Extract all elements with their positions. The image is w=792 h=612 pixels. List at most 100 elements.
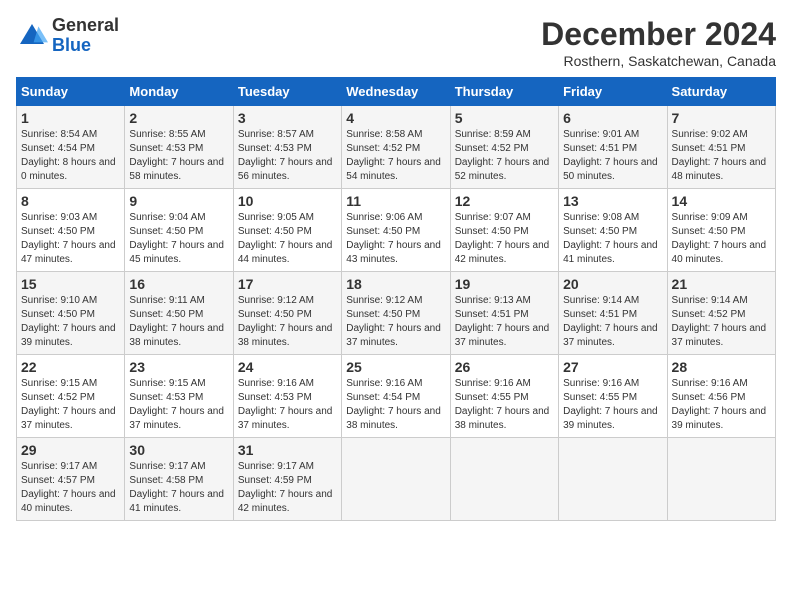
day-cell: 25 Sunrise: 9:16 AM Sunset: 4:54 PM Dayl… bbox=[342, 355, 450, 438]
day-cell: 15 Sunrise: 9:10 AM Sunset: 4:50 PM Dayl… bbox=[17, 272, 125, 355]
week-row-5: 29 Sunrise: 9:17 AM Sunset: 4:57 PM Dayl… bbox=[17, 438, 776, 521]
day-info: Sunrise: 9:17 AM Sunset: 4:59 PM Dayligh… bbox=[238, 460, 337, 516]
day-number: 11 bbox=[346, 193, 445, 209]
day-info: Sunrise: 9:17 AM Sunset: 4:57 PM Dayligh… bbox=[21, 460, 120, 516]
day-cell: 19 Sunrise: 9:13 AM Sunset: 4:51 PM Dayl… bbox=[450, 272, 558, 355]
column-header-thursday: Thursday bbox=[450, 78, 558, 106]
day-cell: 5 Sunrise: 8:59 AM Sunset: 4:52 PM Dayli… bbox=[450, 106, 558, 189]
day-number: 19 bbox=[455, 276, 554, 292]
day-cell: 7 Sunrise: 9:02 AM Sunset: 4:51 PM Dayli… bbox=[667, 106, 775, 189]
day-cell: 4 Sunrise: 8:58 AM Sunset: 4:52 PM Dayli… bbox=[342, 106, 450, 189]
day-number: 12 bbox=[455, 193, 554, 209]
day-cell: 20 Sunrise: 9:14 AM Sunset: 4:51 PM Dayl… bbox=[559, 272, 667, 355]
day-info: Sunrise: 8:57 AM Sunset: 4:53 PM Dayligh… bbox=[238, 128, 337, 184]
day-cell: 1 Sunrise: 8:54 AM Sunset: 4:54 PM Dayli… bbox=[17, 106, 125, 189]
logo: General Blue bbox=[16, 16, 119, 56]
day-number: 30 bbox=[129, 442, 228, 458]
day-number: 13 bbox=[563, 193, 662, 209]
day-number: 17 bbox=[238, 276, 337, 292]
day-number: 9 bbox=[129, 193, 228, 209]
day-cell: 24 Sunrise: 9:16 AM Sunset: 4:53 PM Dayl… bbox=[233, 355, 341, 438]
day-info: Sunrise: 9:16 AM Sunset: 4:56 PM Dayligh… bbox=[672, 377, 771, 433]
day-number: 25 bbox=[346, 359, 445, 375]
calendar-table: SundayMondayTuesdayWednesdayThursdayFrid… bbox=[16, 77, 776, 521]
day-number: 2 bbox=[129, 110, 228, 126]
week-row-2: 8 Sunrise: 9:03 AM Sunset: 4:50 PM Dayli… bbox=[17, 189, 776, 272]
day-cell: 30 Sunrise: 9:17 AM Sunset: 4:58 PM Dayl… bbox=[125, 438, 233, 521]
day-info: Sunrise: 9:16 AM Sunset: 4:55 PM Dayligh… bbox=[563, 377, 662, 433]
day-number: 4 bbox=[346, 110, 445, 126]
logo-text: General Blue bbox=[52, 16, 119, 56]
day-info: Sunrise: 9:08 AM Sunset: 4:50 PM Dayligh… bbox=[563, 211, 662, 267]
location: Rosthern, Saskatchewan, Canada bbox=[541, 53, 776, 69]
day-cell bbox=[342, 438, 450, 521]
day-number: 29 bbox=[21, 442, 120, 458]
day-info: Sunrise: 9:07 AM Sunset: 4:50 PM Dayligh… bbox=[455, 211, 554, 267]
day-info: Sunrise: 9:15 AM Sunset: 4:52 PM Dayligh… bbox=[21, 377, 120, 433]
day-info: Sunrise: 9:01 AM Sunset: 4:51 PM Dayligh… bbox=[563, 128, 662, 184]
day-number: 26 bbox=[455, 359, 554, 375]
day-number: 20 bbox=[563, 276, 662, 292]
day-info: Sunrise: 9:05 AM Sunset: 4:50 PM Dayligh… bbox=[238, 211, 337, 267]
day-cell: 22 Sunrise: 9:15 AM Sunset: 4:52 PM Dayl… bbox=[17, 355, 125, 438]
day-number: 1 bbox=[21, 110, 120, 126]
logo-icon bbox=[16, 20, 48, 52]
day-cell: 29 Sunrise: 9:17 AM Sunset: 4:57 PM Dayl… bbox=[17, 438, 125, 521]
day-cell: 16 Sunrise: 9:11 AM Sunset: 4:50 PM Dayl… bbox=[125, 272, 233, 355]
day-number: 6 bbox=[563, 110, 662, 126]
day-info: Sunrise: 9:02 AM Sunset: 4:51 PM Dayligh… bbox=[672, 128, 771, 184]
column-headers: SundayMondayTuesdayWednesdayThursdayFrid… bbox=[17, 78, 776, 106]
day-number: 16 bbox=[129, 276, 228, 292]
day-number: 18 bbox=[346, 276, 445, 292]
day-cell: 6 Sunrise: 9:01 AM Sunset: 4:51 PM Dayli… bbox=[559, 106, 667, 189]
day-number: 15 bbox=[21, 276, 120, 292]
column-header-saturday: Saturday bbox=[667, 78, 775, 106]
week-row-4: 22 Sunrise: 9:15 AM Sunset: 4:52 PM Dayl… bbox=[17, 355, 776, 438]
day-info: Sunrise: 9:14 AM Sunset: 4:52 PM Dayligh… bbox=[672, 294, 771, 350]
day-cell: 28 Sunrise: 9:16 AM Sunset: 4:56 PM Dayl… bbox=[667, 355, 775, 438]
day-info: Sunrise: 9:06 AM Sunset: 4:50 PM Dayligh… bbox=[346, 211, 445, 267]
day-info: Sunrise: 8:55 AM Sunset: 4:53 PM Dayligh… bbox=[129, 128, 228, 184]
day-info: Sunrise: 9:09 AM Sunset: 4:50 PM Dayligh… bbox=[672, 211, 771, 267]
day-info: Sunrise: 8:58 AM Sunset: 4:52 PM Dayligh… bbox=[346, 128, 445, 184]
day-cell: 13 Sunrise: 9:08 AM Sunset: 4:50 PM Dayl… bbox=[559, 189, 667, 272]
column-header-monday: Monday bbox=[125, 78, 233, 106]
day-number: 24 bbox=[238, 359, 337, 375]
day-number: 28 bbox=[672, 359, 771, 375]
day-number: 10 bbox=[238, 193, 337, 209]
day-number: 3 bbox=[238, 110, 337, 126]
day-cell: 14 Sunrise: 9:09 AM Sunset: 4:50 PM Dayl… bbox=[667, 189, 775, 272]
day-info: Sunrise: 9:16 AM Sunset: 4:53 PM Dayligh… bbox=[238, 377, 337, 433]
day-cell: 17 Sunrise: 9:12 AM Sunset: 4:50 PM Dayl… bbox=[233, 272, 341, 355]
day-cell: 11 Sunrise: 9:06 AM Sunset: 4:50 PM Dayl… bbox=[342, 189, 450, 272]
day-cell: 8 Sunrise: 9:03 AM Sunset: 4:50 PM Dayli… bbox=[17, 189, 125, 272]
day-number: 8 bbox=[21, 193, 120, 209]
day-info: Sunrise: 9:10 AM Sunset: 4:50 PM Dayligh… bbox=[21, 294, 120, 350]
day-cell: 26 Sunrise: 9:16 AM Sunset: 4:55 PM Dayl… bbox=[450, 355, 558, 438]
column-header-friday: Friday bbox=[559, 78, 667, 106]
day-info: Sunrise: 9:11 AM Sunset: 4:50 PM Dayligh… bbox=[129, 294, 228, 350]
day-cell: 18 Sunrise: 9:12 AM Sunset: 4:50 PM Dayl… bbox=[342, 272, 450, 355]
day-info: Sunrise: 9:12 AM Sunset: 4:50 PM Dayligh… bbox=[238, 294, 337, 350]
title-area: December 2024 Rosthern, Saskatchewan, Ca… bbox=[541, 16, 776, 69]
day-cell: 2 Sunrise: 8:55 AM Sunset: 4:53 PM Dayli… bbox=[125, 106, 233, 189]
month-title: December 2024 bbox=[541, 16, 776, 53]
day-cell: 9 Sunrise: 9:04 AM Sunset: 4:50 PM Dayli… bbox=[125, 189, 233, 272]
day-cell: 23 Sunrise: 9:15 AM Sunset: 4:53 PM Dayl… bbox=[125, 355, 233, 438]
week-row-1: 1 Sunrise: 8:54 AM Sunset: 4:54 PM Dayli… bbox=[17, 106, 776, 189]
day-cell bbox=[667, 438, 775, 521]
day-info: Sunrise: 8:54 AM Sunset: 4:54 PM Dayligh… bbox=[21, 128, 120, 184]
day-cell: 12 Sunrise: 9:07 AM Sunset: 4:50 PM Dayl… bbox=[450, 189, 558, 272]
day-number: 7 bbox=[672, 110, 771, 126]
day-number: 23 bbox=[129, 359, 228, 375]
day-info: Sunrise: 9:16 AM Sunset: 4:54 PM Dayligh… bbox=[346, 377, 445, 433]
day-cell bbox=[559, 438, 667, 521]
day-number: 5 bbox=[455, 110, 554, 126]
column-header-sunday: Sunday bbox=[17, 78, 125, 106]
day-number: 27 bbox=[563, 359, 662, 375]
day-info: Sunrise: 9:14 AM Sunset: 4:51 PM Dayligh… bbox=[563, 294, 662, 350]
day-info: Sunrise: 9:17 AM Sunset: 4:58 PM Dayligh… bbox=[129, 460, 228, 516]
day-cell: 10 Sunrise: 9:05 AM Sunset: 4:50 PM Dayl… bbox=[233, 189, 341, 272]
day-cell: 21 Sunrise: 9:14 AM Sunset: 4:52 PM Dayl… bbox=[667, 272, 775, 355]
day-info: Sunrise: 9:04 AM Sunset: 4:50 PM Dayligh… bbox=[129, 211, 228, 267]
